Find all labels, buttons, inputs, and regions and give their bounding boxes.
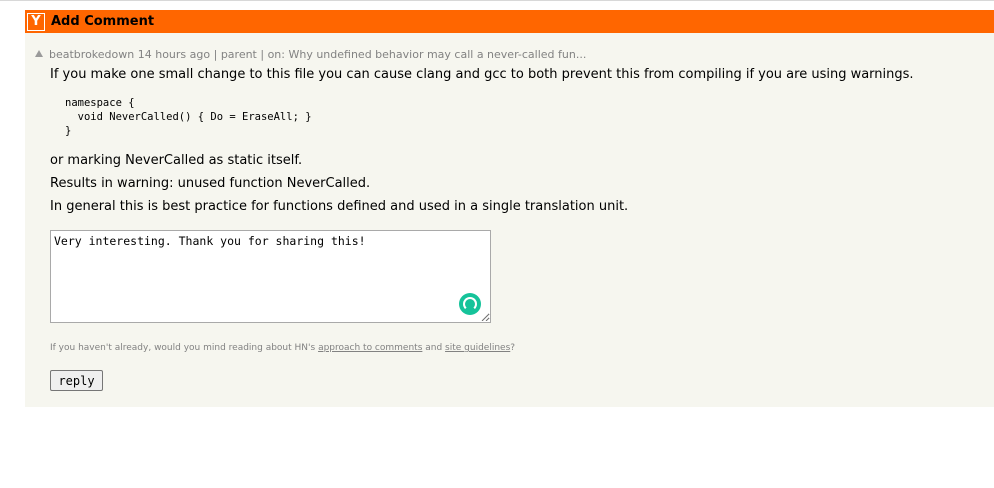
site-guidelines-link[interactable]: site guidelines bbox=[445, 343, 510, 353]
resize-grip-icon[interactable] bbox=[481, 313, 489, 321]
comment-meta: beatbrokedown 14 hours ago | parent | on… bbox=[35, 48, 586, 61]
hn-logo-icon[interactable]: Y bbox=[27, 12, 45, 31]
page-title: Add Comment bbox=[51, 14, 155, 29]
guidelines-note: If you haven't already, would you mind r… bbox=[50, 343, 515, 353]
grammarly-icon[interactable] bbox=[459, 293, 481, 315]
comment-age[interactable]: 14 hours ago bbox=[138, 48, 210, 61]
comment-paragraph: Results in warning: unused function Neve… bbox=[50, 176, 371, 191]
comment-paragraph: or marking NeverCalled as static itself. bbox=[50, 153, 303, 168]
reply-box bbox=[50, 230, 491, 323]
upvote-arrow-icon[interactable] bbox=[35, 50, 43, 57]
reply-button[interactable]: reply bbox=[50, 370, 103, 391]
note-text: ? bbox=[510, 343, 516, 353]
note-text: If you haven't already, would you mind r… bbox=[50, 343, 319, 353]
meta-separator-on: | on: bbox=[256, 48, 289, 61]
comment-paragraph: If you make one small change to this fil… bbox=[50, 67, 914, 82]
top-divider bbox=[0, 0, 994, 1]
code-block: namespace { void NeverCalled() { Do = Er… bbox=[65, 97, 312, 137]
story-link[interactable]: Why undefined behavior may call a never-… bbox=[288, 48, 586, 61]
comment-author[interactable]: beatbrokedown bbox=[49, 48, 134, 61]
meta-separator: | bbox=[210, 48, 221, 61]
approach-to-comments-link[interactable]: approach to comments bbox=[318, 343, 422, 353]
parent-link[interactable]: parent bbox=[221, 48, 257, 61]
comment-paragraph: In general this is best practice for fun… bbox=[50, 199, 629, 214]
reply-textarea[interactable] bbox=[50, 230, 491, 323]
main-content: beatbrokedown 14 hours ago | parent | on… bbox=[25, 33, 994, 407]
note-text: and bbox=[422, 343, 446, 353]
page-header: Y Add Comment bbox=[25, 10, 994, 33]
